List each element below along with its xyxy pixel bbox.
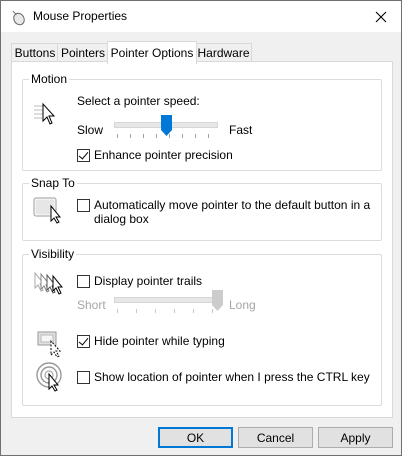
tab-pointers[interactable]: Pointers [57, 43, 109, 62]
trails-tick [117, 309, 118, 313]
pointer-speed-icon [34, 102, 56, 125]
tab-pointer-options[interactable]: Pointer Options [107, 41, 197, 64]
tab-buttons[interactable]: Buttons [11, 43, 59, 62]
close-button[interactable] [361, 1, 401, 32]
pointer-options-panel: Motion Select a pointer speed: Slow Fast [11, 61, 393, 418]
show-location-label[interactable]: Show location of pointer when I press th… [94, 370, 370, 384]
pointer-trails-icon [34, 271, 64, 295]
trails-tick [136, 309, 137, 313]
tab-label: Pointers [60, 46, 106, 60]
snap-to-label-line1[interactable]: Automatically move pointer to the defaul… [94, 198, 370, 212]
trails-tick [193, 309, 194, 313]
slow-label: Slow [77, 123, 104, 137]
trails-tick [174, 309, 175, 313]
short-label: Short [77, 298, 106, 312]
close-icon [375, 11, 387, 22]
ok-button[interactable]: OK [158, 427, 233, 448]
enhance-precision-label[interactable]: Enhance pointer precision [94, 148, 233, 162]
enhance-precision-checkbox[interactable] [77, 149, 90, 162]
hide-pointer-icon [37, 331, 62, 358]
snap-to-checkbox[interactable] [77, 199, 90, 212]
mouse-properties-window: Mouse Properties Buttons Pointers Pointe… [0, 0, 402, 456]
speed-tick [208, 134, 209, 138]
show-location-checkbox[interactable] [77, 371, 90, 384]
visibility-group-label: Visibility [29, 247, 77, 261]
hide-pointer-checkbox[interactable] [77, 335, 90, 348]
speed-tick [156, 134, 157, 138]
pointer-trails-label[interactable]: Display pointer trails [94, 274, 202, 288]
long-label: Long [229, 298, 256, 312]
title-bar[interactable]: Mouse Properties [1, 1, 401, 32]
apply-button[interactable]: Apply [318, 427, 393, 448]
speed-tick [195, 134, 196, 138]
fast-label: Fast [229, 123, 253, 137]
cancel-button[interactable]: Cancel [238, 427, 313, 448]
tab-label: Hardware [197, 46, 250, 60]
mouse-icon [12, 10, 25, 26]
motion-group-label: Motion [29, 72, 70, 86]
speed-tick [117, 134, 118, 138]
snap-to-group-label: Snap To [29, 176, 77, 190]
trails-tick [155, 309, 156, 313]
snap-to-button-icon [33, 197, 62, 224]
trails-slider-thumb[interactable] [211, 290, 223, 311]
window-title: Mouse Properties [33, 9, 128, 23]
speed-tick [130, 134, 131, 138]
motion-group: Motion Select a pointer speed: Slow Fast [22, 72, 382, 171]
hide-pointer-label[interactable]: Hide pointer while typing [94, 334, 225, 348]
speed-tick [182, 134, 183, 138]
speed-slider-thumb[interactable] [160, 115, 172, 136]
snap-to-group: Snap To Automatically move pointer to th… [22, 176, 382, 241]
tab-strip: Buttons Pointers Pointer Options Hardwar… [11, 41, 393, 64]
speed-tick [143, 134, 144, 138]
visibility-group: Visibility Display pointer trails Short … [22, 247, 382, 406]
pointer-location-icon [36, 362, 62, 392]
trails-slider-track[interactable] [114, 297, 218, 303]
ok-button-label: OK [186, 430, 205, 445]
tab-label: Pointer Options [110, 46, 194, 60]
tab-label: Buttons [14, 46, 56, 60]
tab-hardware[interactable]: Hardware [195, 43, 252, 62]
snap-to-label-line2[interactable]: dialog box [94, 212, 149, 226]
cancel-button-label: Cancel [256, 430, 295, 445]
pointer-trails-checkbox[interactable] [77, 275, 90, 288]
apply-button-label: Apply [340, 430, 371, 445]
pointer-speed-label: Select a pointer speed: [77, 94, 200, 108]
